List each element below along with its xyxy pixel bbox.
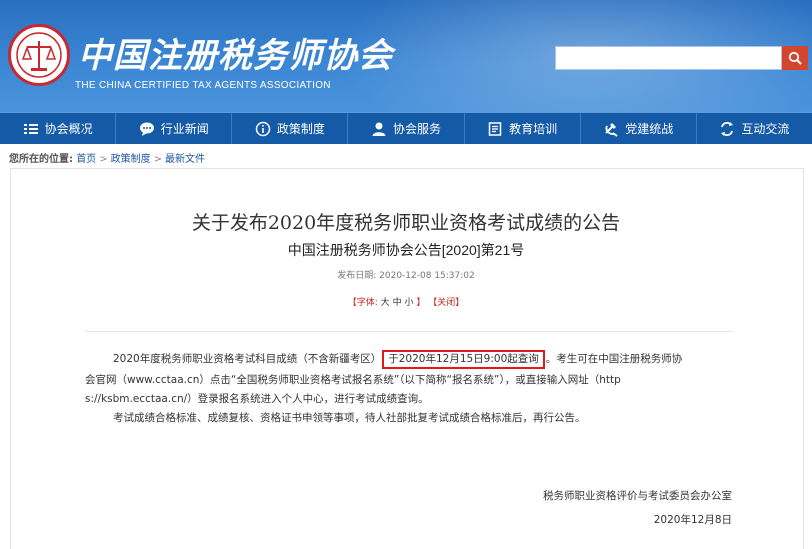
info-icon <box>255 121 271 137</box>
paragraph-1-line-2: 会官网（www.cctaa.cn）点击“全国税务师职业资格考试报名系统”（以下简… <box>85 374 621 386</box>
article-subtitle: 中国注册税务师协会公告[2020]第21号 <box>287 242 525 258</box>
search-button[interactable] <box>782 46 808 70</box>
breadcrumb-policy-link[interactable]: 政策制度 <box>111 154 151 165</box>
nav-item-training[interactable]: 教育培训 <box>465 113 581 144</box>
publish-date-value: 2020-12-08 15:37:02 <box>379 271 475 281</box>
nav-item-party[interactable]: 党建统战 <box>581 113 697 144</box>
font-size-label: 【字体: <box>347 298 378 308</box>
logo-english-name: THE CHINA CERTIFIED TAX AGENTS ASSOCIATI… <box>75 80 331 91</box>
logo-chinese-name[interactable]: 中国注册税务师协会 <box>78 28 393 77</box>
nav-label: 行业新闻 <box>160 122 209 136</box>
font-large-link[interactable]: 大 <box>381 298 390 308</box>
paragraph-1-line-1: 2020年度税务师职业资格考试科目成绩（不含新疆考区） 于2020年12月15日9… <box>85 350 735 369</box>
publish-date-label: 发布日期: <box>337 271 377 281</box>
paragraph-text: 2020年度税务师职业资格考试科目成绩（不含新疆考区） <box>113 353 382 365</box>
nav-label: 教育培训 <box>509 122 558 136</box>
breadcrumb-separator: > <box>99 154 108 165</box>
close-link[interactable]: 【关闭】 <box>428 298 464 308</box>
nav-item-news[interactable]: 行业新闻 <box>116 113 233 144</box>
nav-label: 互动交流 <box>741 122 790 136</box>
nav-item-services[interactable]: 协会服务 <box>348 113 465 144</box>
nav-item-about[interactable]: 协会概况 <box>0 113 117 144</box>
nav-item-interaction[interactable]: 互动交流 <box>697 113 812 144</box>
signer: 税务师职业资格评价与考试委员会办公室 <box>543 490 732 502</box>
nav-item-policy[interactable]: 政策制度 <box>232 113 349 144</box>
sign-date: 2020年12月8日 <box>653 514 732 526</box>
search-input[interactable] <box>555 46 782 70</box>
main-nav: 协会概况 行业新闻 政策制度 协会服务 教育培训 党建统战 互动交流 <box>0 112 812 144</box>
nav-label: 协会服务 <box>392 122 441 136</box>
font-medium-link[interactable]: 中 <box>393 298 402 308</box>
site-header: 中国注册税务师协会 THE CHINA CERTIFIED TAX AGENTS… <box>0 0 812 112</box>
article-title: 关于发布2020年度税务师职业资格考试成绩的公告 <box>191 212 621 234</box>
publish-date: 发布日期: 2020-12-08 15:37:02 <box>0 268 812 281</box>
exchange-icon <box>719 121 735 137</box>
association-seal-logo[interactable] <box>8 24 70 86</box>
nav-label: 协会概况 <box>44 122 93 136</box>
font-small-link[interactable]: 小 <box>404 298 413 308</box>
party-emblem-icon <box>603 121 619 137</box>
breadcrumb-latest-link[interactable]: 最新文件 <box>165 154 205 165</box>
paragraph-text: 。考生可在中国注册税务师协 <box>545 353 683 365</box>
menu-icon <box>23 121 39 137</box>
divider <box>85 331 733 332</box>
breadcrumb-home-link[interactable]: 首页 <box>76 154 96 165</box>
paragraph-1-line-3: s://ksbm.ecctaa.cn/）登录报名系统进入个人中心，进行考试成绩查… <box>85 393 429 405</box>
breadcrumb-separator: > <box>153 154 162 165</box>
article-tools: 【字体: 大 中 小 】 【关闭】 <box>0 295 812 308</box>
breadcrumb: 您所在的位置: 首页 > 政策制度 > 最新文件 <box>9 150 205 165</box>
paragraph-2: 考试成绩合格标准、成绩复核、资格证书申领等事项，待人社部批复考试成绩合格标准后，… <box>113 412 586 424</box>
nav-label: 政策制度 <box>276 122 325 136</box>
chat-bubble-icon <box>139 121 155 137</box>
book-icon <box>487 121 503 137</box>
nav-label: 党建统战 <box>625 122 674 136</box>
user-icon <box>371 121 387 137</box>
font-size-end: 】 <box>416 298 426 308</box>
search-icon <box>788 51 802 65</box>
scales-icon <box>16 32 62 78</box>
query-time-highlight: 于2020年12月15日9:00起查询 <box>382 350 545 369</box>
breadcrumb-label: 您所在的位置: <box>9 154 73 165</box>
